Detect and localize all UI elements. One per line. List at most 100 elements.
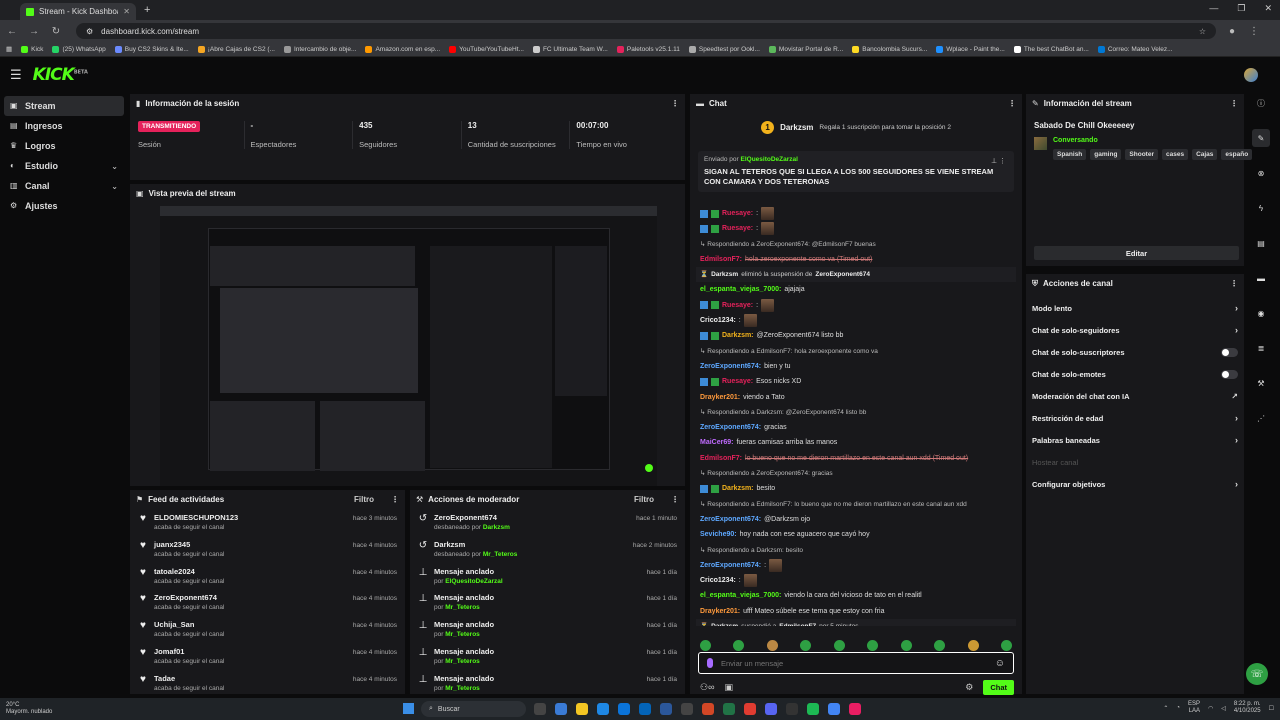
emote-button[interactable] xyxy=(800,640,812,651)
app-icon[interactable] xyxy=(681,703,693,715)
new-tab-icon[interactable]: + xyxy=(144,4,150,16)
bookmark-star-icon[interactable]: ☆ xyxy=(1199,27,1206,36)
bookmark-item[interactable]: Intercambio de obje... xyxy=(283,45,356,53)
bookmark-item[interactable]: YouTube/YouTubeHt... xyxy=(449,45,524,53)
chat-input-box[interactable]: ☺ xyxy=(698,652,1014,674)
maximize-icon[interactable]: ❐ xyxy=(1237,3,1245,14)
chat-username[interactable]: Drayker201: xyxy=(700,604,740,619)
bookmark-item[interactable]: Amazon.com en esp... xyxy=(365,45,440,53)
sidebar-item-ingresos[interactable]: ▤ Ingresos xyxy=(4,116,124,136)
back-icon[interactable]: ← xyxy=(6,26,18,37)
chat-username[interactable]: Ruesaye: xyxy=(722,298,753,313)
more-options-icon[interactable]: ⋮ xyxy=(1230,99,1238,108)
powerpoint-icon[interactable] xyxy=(702,703,714,715)
sidebar-item-canal[interactable]: ▥ Canal ⌄ xyxy=(4,176,124,196)
chat-username[interactable]: Crico1234: xyxy=(700,573,736,588)
emote-button[interactable] xyxy=(833,640,845,651)
clock[interactable]: 8:22 p. m. 4/10/2025 xyxy=(1234,701,1261,715)
emote-button[interactable] xyxy=(700,640,711,651)
chat-username[interactable]: ZeroExponent674: xyxy=(700,512,761,527)
send-chat-button[interactable]: Chat xyxy=(983,680,1014,695)
weather-widget[interactable]: 20°C Mayorm. nublado xyxy=(6,702,52,716)
bookmark-item[interactable]: Buy CS2 Skins & Ite... xyxy=(114,45,189,53)
profile-icon[interactable]: ● xyxy=(1226,26,1238,37)
chat-username[interactable]: EdmilsonF7: xyxy=(700,451,742,466)
bookmark-item[interactable]: Wplace - Paint the... xyxy=(936,45,1005,53)
notification-icon[interactable]: ☐ xyxy=(1269,705,1274,712)
action-goals[interactable]: Configurar objetivos › xyxy=(1026,473,1244,495)
raid-icon[interactable]: ⊗ xyxy=(1252,164,1270,182)
site-info-icon[interactable]: ⚙ xyxy=(86,27,93,36)
clipboard-icon[interactable]: ▤ xyxy=(1252,234,1270,252)
chat-username[interactable]: Ruesaye: xyxy=(722,221,753,236)
share-icon[interactable]: ⋰ xyxy=(1252,409,1270,427)
word-icon[interactable] xyxy=(660,703,672,715)
mic-icon[interactable] xyxy=(707,658,713,668)
chat-username[interactable]: MaiCer69: xyxy=(700,435,733,450)
bookmark-item[interactable]: Speedtest por Ookl... xyxy=(688,45,760,53)
emote-button[interactable] xyxy=(766,640,778,651)
forward-icon[interactable]: → xyxy=(28,26,40,37)
gift-icon[interactable]: ▣ xyxy=(724,682,733,693)
volume-icon[interactable]: ◁ xyxy=(1221,705,1226,712)
action-ai-moderation[interactable]: Moderación del chat con IA ↗ xyxy=(1026,385,1244,407)
menu-icon[interactable]: ⋮ xyxy=(1248,26,1260,37)
taskbar-search[interactable]: ⌕ Buscar xyxy=(421,701,526,717)
edit-icon[interactable]: ✎ xyxy=(1252,129,1270,147)
emoji-picker-icon[interactable]: ☺ xyxy=(995,658,1005,669)
explorer-icon[interactable] xyxy=(576,703,588,715)
apps-icon[interactable]: ▦ xyxy=(6,45,12,53)
bookmark-item[interactable]: The best ChatBot an... xyxy=(1013,45,1089,53)
chat-username[interactable]: el_espanta_viejas_7000: xyxy=(700,588,781,603)
emote-button[interactable] xyxy=(867,640,879,651)
chat-bubble-icon[interactable]: ▬ xyxy=(1252,269,1270,287)
bookmark-item[interactable]: Correo: Mateo Velez... xyxy=(1097,45,1173,53)
excel-icon[interactable] xyxy=(723,703,735,715)
users-icon[interactable]: ⚇∞ xyxy=(700,682,714,693)
more-options-icon[interactable]: ⋮ xyxy=(671,99,679,108)
pin-icon[interactable]: ⊥ ⋮ xyxy=(991,157,1006,165)
taskview-icon[interactable] xyxy=(534,703,546,715)
chat-username[interactable]: ZeroExponent674 xyxy=(815,267,870,282)
more-options-icon[interactable]: ⋮ xyxy=(1230,279,1238,288)
language-indicator[interactable]: ESP LAA xyxy=(1188,701,1200,715)
chat-username[interactable]: ZeroExponent674: xyxy=(700,420,761,435)
bookmark-item[interactable]: Paletools v25.1.11 xyxy=(616,45,680,53)
bookmark-item[interactable]: FC Ultimate Team W... xyxy=(532,45,608,53)
lightning-icon[interactable]: ϟ xyxy=(1252,199,1270,217)
chrome-icon[interactable] xyxy=(828,703,840,715)
bookmark-item[interactable]: Movistar Portal de R... xyxy=(768,45,843,53)
emote-button[interactable] xyxy=(934,640,946,651)
url-field[interactable]: ⚙ dashboard.kick.com/stream ☆ xyxy=(76,23,1216,39)
chat-username[interactable]: EdmilsonF7 xyxy=(779,619,816,626)
wifi-icon[interactable]: ◠ xyxy=(1208,705,1213,712)
emote-button[interactable] xyxy=(967,640,979,651)
chat-username[interactable]: Drayker201: xyxy=(700,390,740,405)
chat-username[interactable]: Darkzsm xyxy=(711,619,738,626)
emote-button[interactable] xyxy=(900,640,912,651)
kick-logo[interactable]: KICKBETA xyxy=(33,65,88,85)
bookmark-item[interactable]: ¡Abre Cajas de CS2 (... xyxy=(197,45,275,53)
action-slow-mode[interactable]: Modo lento › xyxy=(1026,297,1244,319)
stream-preview-video[interactable] xyxy=(160,206,657,486)
emotes-only-toggle[interactable] xyxy=(1221,369,1238,379)
subscribers-only-toggle[interactable] xyxy=(1221,347,1238,357)
discord-icon[interactable] xyxy=(765,703,777,715)
action-age-restriction[interactable]: Restricción de edad › xyxy=(1026,407,1244,429)
broadcast-icon[interactable]: ◉ xyxy=(1252,304,1270,322)
sidebar-item-estudio[interactable]: ◐ Estudio ⌄ xyxy=(4,156,124,176)
spotify-icon[interactable] xyxy=(807,703,819,715)
windows-start-icon[interactable] xyxy=(403,703,414,714)
chat-username[interactable]: el_espanta_viejas_7000: xyxy=(700,282,781,297)
close-window-icon[interactable]: ✕ xyxy=(1264,3,1272,14)
action-followers-only[interactable]: Chat de solo-seguidores › xyxy=(1026,319,1244,341)
emote-button[interactable] xyxy=(1000,640,1012,651)
chat-settings-icon[interactable]: ⚙ xyxy=(965,682,973,693)
info-icon[interactable]: ⓘ xyxy=(1252,94,1270,112)
app-icon[interactable] xyxy=(555,703,567,715)
action-banned-words[interactable]: Palabras baneadas › xyxy=(1026,429,1244,451)
app-icon[interactable] xyxy=(786,703,798,715)
help-chat-button[interactable]: ☏ xyxy=(1246,663,1268,685)
chat-username[interactable]: Darkzsm: xyxy=(722,328,754,343)
bookmark-item[interactable]: Bancolombia Sucurs... xyxy=(852,45,927,53)
